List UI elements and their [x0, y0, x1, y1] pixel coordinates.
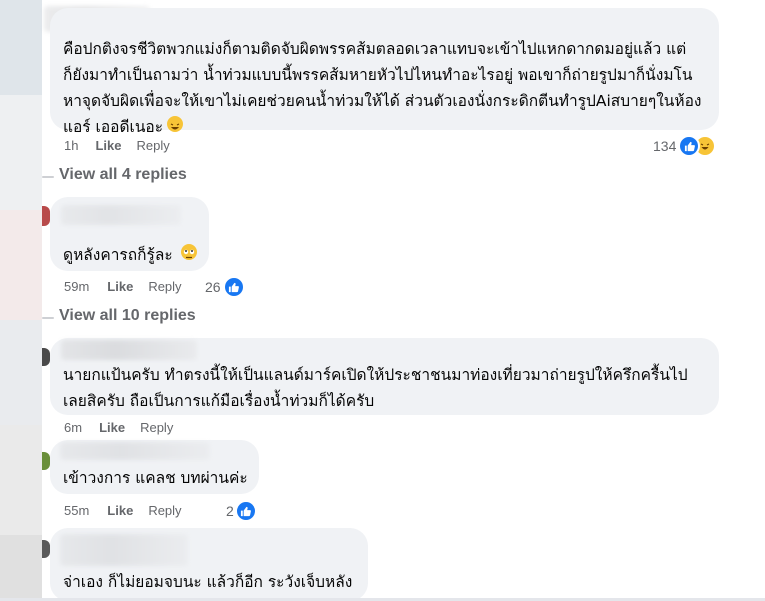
like-button[interactable]: Like	[95, 138, 121, 153]
comment-time[interactable]: 55m	[64, 503, 89, 518]
reaction-summary[interactable]: 2	[226, 500, 257, 522]
commenter-name[interactable]	[60, 534, 188, 566]
like-button[interactable]: Like	[99, 420, 125, 435]
comment-text: นายกแป้นครับ ทำตรงนี้ให้เป็นแลนด์มาร์คเป…	[63, 366, 688, 410]
reply-button[interactable]: Reply	[148, 503, 181, 518]
reply-button[interactable]: Reply	[140, 420, 173, 435]
like-button[interactable]: Like	[107, 279, 133, 294]
view-replies-link[interactable]: View all 10 replies	[59, 307, 196, 325]
commenter-name[interactable]	[60, 442, 210, 460]
reaction-count: 134	[653, 138, 677, 154]
comment-time[interactable]: 1h	[64, 138, 78, 153]
like-icon	[234, 500, 257, 522]
reaction-count: 26	[205, 279, 221, 295]
avatar[interactable]	[42, 348, 50, 366]
commenter-name[interactable]	[61, 205, 181, 225]
reply-thread-line	[42, 176, 54, 178]
comment-time[interactable]: 59m	[64, 279, 89, 294]
commenter-name[interactable]	[61, 340, 197, 360]
comment-actions: 6m Like Reply	[64, 420, 173, 435]
like-button[interactable]: Like	[107, 503, 133, 518]
reply-button[interactable]: Reply	[136, 138, 169, 153]
comment-text: คือปกติงจรชีวิตพวกแม่งก็ตามติดจับผิดพรรค…	[63, 40, 702, 136]
left-cropped-region	[0, 0, 42, 601]
comment-text: ดูหลังคารถก็รู้ละ	[63, 242, 197, 268]
reply-thread-line	[42, 317, 54, 319]
reaction-count: 2	[226, 503, 234, 519]
reaction-summary[interactable]: 134	[653, 135, 717, 157]
comment-text: เข้าวงการ แคลช บทผ่านค่ะ	[63, 469, 248, 487]
avatar[interactable]	[42, 452, 50, 470]
comment-actions: 1h Like Reply	[64, 138, 170, 153]
avatar[interactable]	[42, 540, 50, 558]
like-icon	[222, 276, 245, 298]
comment-actions: 55m Like Reply	[64, 503, 182, 518]
comment-text: จ่าเอง ก็ไม่ยอมจบนะ แล้วก็อีก ระวังเจ็บห…	[63, 573, 353, 591]
comment-actions: 59m Like Reply	[64, 279, 182, 294]
reaction-summary[interactable]: 26	[205, 276, 245, 298]
comment-time[interactable]: 6m	[64, 420, 82, 435]
laughing-emoji-icon	[167, 116, 184, 132]
view-replies-link[interactable]: View all 4 replies	[59, 166, 187, 184]
rolling-eyes-emoji-icon	[180, 244, 197, 260]
reply-button[interactable]: Reply	[148, 279, 181, 294]
avatar[interactable]	[42, 206, 50, 226]
